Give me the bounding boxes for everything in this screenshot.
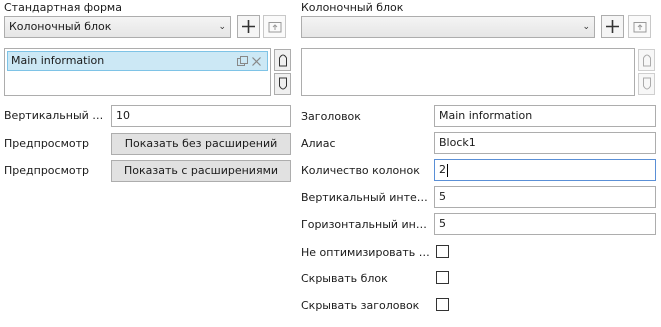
move-up-icon (278, 54, 287, 67)
column-block-label: Колоночный блок (301, 1, 404, 14)
move-down-button[interactable] (274, 73, 291, 95)
copy-icon[interactable] (237, 55, 248, 73)
move-up-icon (642, 54, 651, 67)
close-icon[interactable] (251, 55, 262, 73)
hide-block-label: Скрывать блок (301, 272, 388, 285)
hide-title-checkbox[interactable] (436, 298, 449, 311)
preview-label-1: Предпросмотр (4, 137, 89, 150)
vertical-spacing-input[interactable]: 5 (434, 186, 656, 208)
title-label: Заголовок (301, 110, 361, 123)
no-optimize-checkbox[interactable] (436, 245, 449, 258)
column-count-input[interactable]: 2 (434, 159, 656, 181)
move-down-icon (278, 77, 287, 90)
move-up-button[interactable] (274, 49, 291, 71)
standard-form-combo[interactable]: Колоночный блок ⌄ (4, 16, 231, 38)
standard-form-label: Стандартная форма (4, 1, 122, 14)
column-list[interactable] (301, 48, 635, 96)
text-caret (447, 163, 448, 177)
move-column-button[interactable] (628, 15, 651, 38)
vertical-interval-label: Вертикальный ин... (4, 109, 108, 122)
add-column-button[interactable] (601, 15, 624, 38)
column-count-label: Количество колонок (301, 164, 420, 177)
add-button[interactable] (237, 15, 260, 38)
move-to-folder-icon (633, 22, 646, 33)
vertical-spacing-label: Вертикальный интерв... (301, 191, 431, 204)
vertical-interval-input[interactable]: 10 (111, 105, 291, 127)
preview-with-extensions-button[interactable]: Показать с расширениями (111, 160, 291, 182)
block-list[interactable]: Main information (4, 48, 271, 96)
column-block-combo[interactable]: ⌄ (301, 16, 595, 38)
chevron-down-icon: ⌄ (218, 22, 226, 32)
plus-icon (606, 20, 619, 33)
column-move-down-button[interactable] (638, 73, 655, 95)
move-to-folder-icon (268, 22, 281, 33)
standard-form-combo-value: Колоночный блок (9, 20, 112, 33)
no-optimize-label: Не оптимизировать к... (301, 246, 431, 259)
move-button[interactable] (263, 15, 286, 38)
hide-block-checkbox[interactable] (436, 271, 449, 284)
preview-without-extensions-button[interactable]: Показать без расширений (111, 133, 291, 155)
list-item-label: Main information (11, 54, 105, 67)
column-move-up-button[interactable] (638, 49, 655, 71)
plus-icon (242, 20, 255, 33)
list-item[interactable]: Main information (7, 51, 268, 71)
horizontal-spacing-label: Горизонтальный инте... (301, 218, 431, 231)
column-count-value: 2 (439, 163, 446, 176)
alias-label: Алиас (301, 137, 336, 150)
move-down-icon (642, 77, 651, 90)
hide-title-label: Скрывать заголовок (301, 299, 420, 312)
alias-input[interactable]: Block1 (434, 132, 656, 154)
chevron-down-icon: ⌄ (582, 22, 590, 32)
horizontal-spacing-input[interactable]: 5 (434, 213, 656, 235)
preview-label-2: Предпросмотр (4, 164, 89, 177)
title-input[interactable]: Main information (434, 105, 656, 127)
